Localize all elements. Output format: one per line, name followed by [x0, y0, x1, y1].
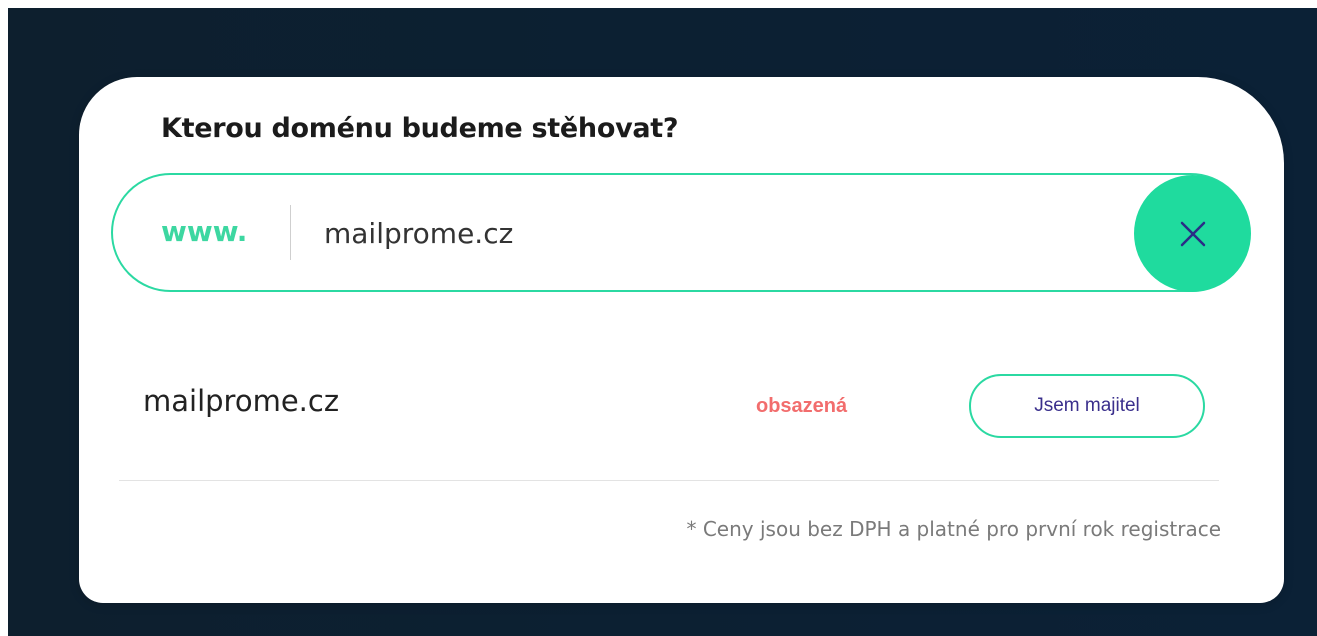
- owner-button[interactable]: Jsem majitel: [969, 374, 1205, 438]
- page-background: Kterou doménu budeme stěhovat? www. mail…: [8, 8, 1317, 636]
- domain-search-box[interactable]: www.: [111, 173, 1250, 292]
- dialog-title: Kterou doménu budeme stěhovat?: [161, 113, 679, 144]
- www-prefix: www.: [161, 215, 248, 248]
- clear-search-button[interactable]: [1134, 175, 1251, 292]
- price-footnote: * Ceny jsou bez DPH a platné pro první r…: [686, 517, 1221, 541]
- close-icon: [1180, 221, 1205, 246]
- domain-transfer-card: Kterou doménu budeme stěhovat? www. mail…: [79, 77, 1284, 603]
- status-badge: obsazená: [756, 395, 848, 417]
- result-domain-name: mailprome.cz: [143, 384, 340, 418]
- result-divider: [119, 480, 1219, 481]
- prefix-divider: [290, 205, 291, 260]
- domain-input[interactable]: [324, 212, 1024, 254]
